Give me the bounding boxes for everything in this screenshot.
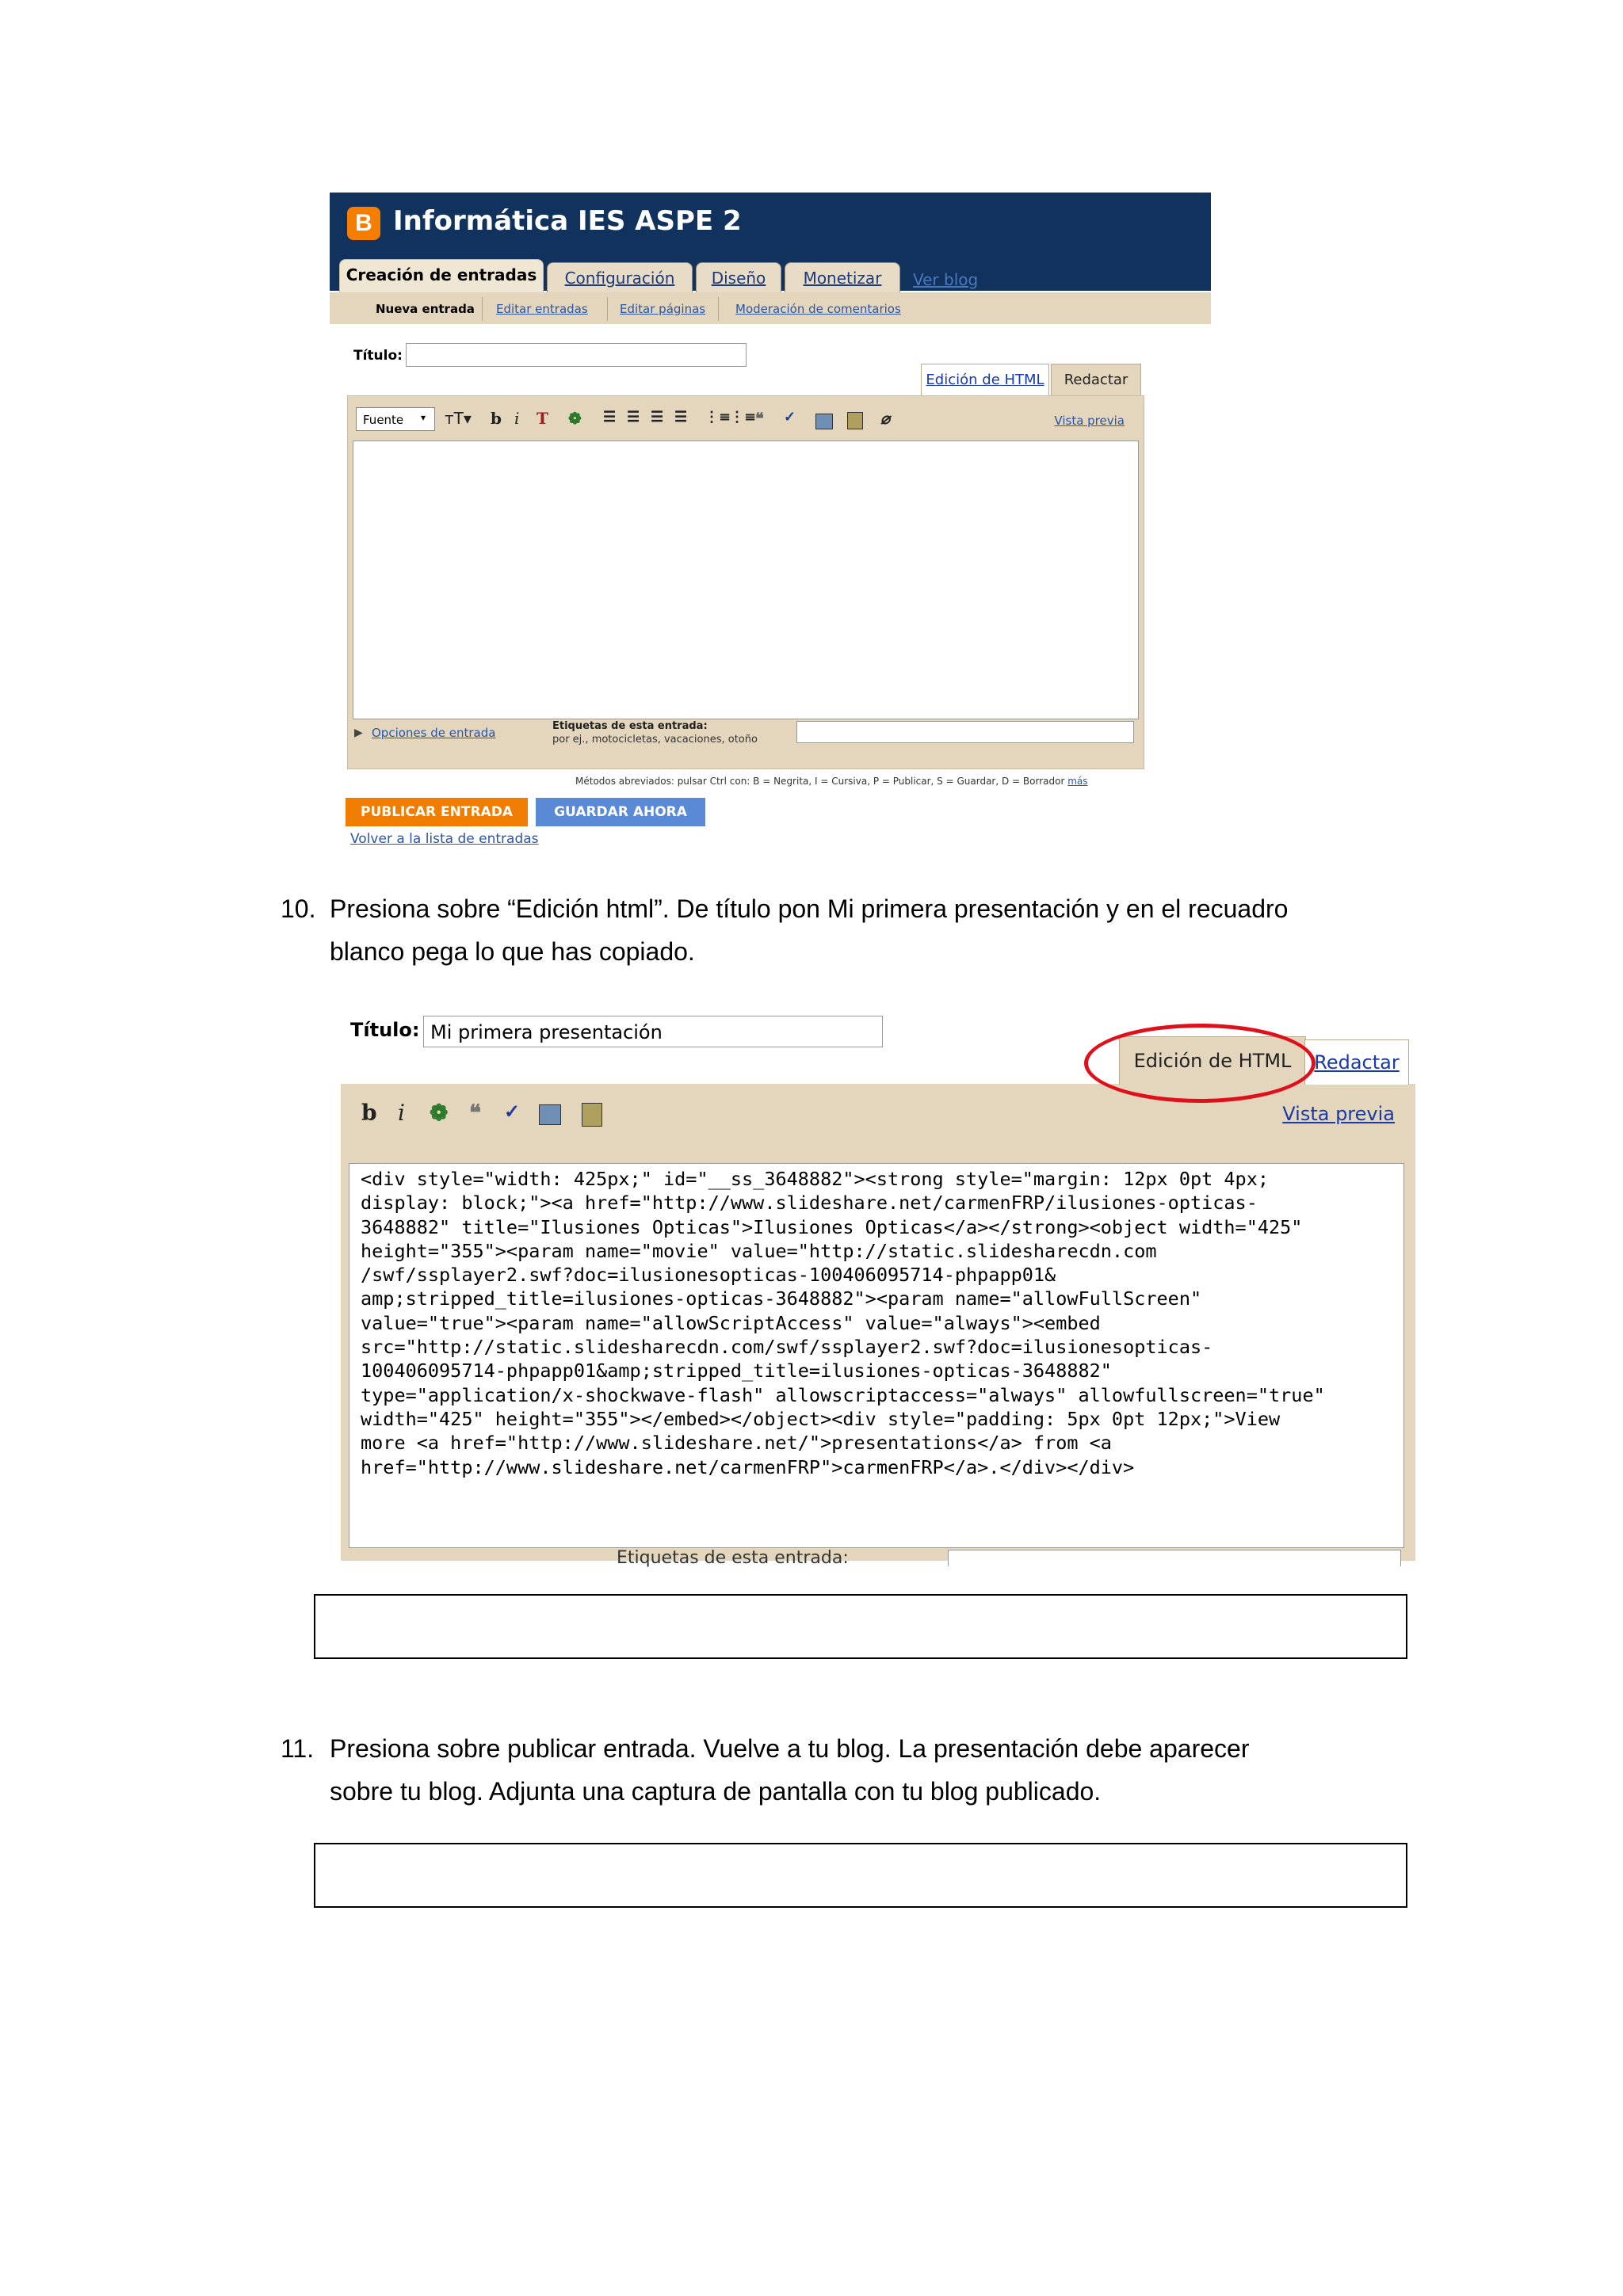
etiquetas-label: Etiquetas de esta entrada: — [617, 1548, 849, 1568]
ver-blog-link[interactable]: Ver blog — [913, 270, 978, 289]
text-size-icon[interactable]: ᴛT▾ — [445, 409, 472, 428]
shortcut-hint: Métodos abreviados: pulsar Ctrl con: B =… — [575, 776, 1088, 787]
titulo-label: Título: — [350, 1019, 420, 1041]
subnav-divider — [718, 297, 719, 321]
publicar-entrada-button[interactable]: PUBLICAR ENTRADA — [346, 798, 528, 826]
code-line: display: block;"><a href="http://www.sli… — [361, 1192, 1258, 1215]
answer-box-step-11[interactable] — [314, 1843, 1407, 1908]
chevron-down-icon[interactable]: ▾ — [421, 412, 426, 423]
editor-panel: b i ❁ ❝ ✓ Vista previa <div style="width… — [341, 1084, 1415, 1568]
code-line: more <a href="http://www.slideshare.net/… — [361, 1432, 1112, 1455]
guardar-ahora-button[interactable]: GUARDAR AHORA — [536, 798, 705, 826]
blog-title: Informática IES ASPE 2 — [393, 205, 742, 237]
blogger-editor-screenshot-2: Título: Mi primera presentación b i ❁ ❝ … — [341, 1003, 1415, 1568]
italic-icon[interactable]: i — [514, 409, 519, 428]
code-line: 3648882" title="Ilusiones Opticas">Ilusi… — [361, 1215, 1303, 1238]
blogger-logo-icon: B — [347, 207, 380, 240]
answer-box-step-10[interactable] — [314, 1594, 1407, 1659]
link-icon[interactable]: ❁ — [568, 409, 582, 428]
tab-diseno[interactable]: Diseño — [696, 262, 781, 293]
editor-panel: Fuente ▾ ᴛT▾ b i T ❁ ☰ ☰ ☰ ☰ ⋮≡ ⋮≡ ❝ ✓ ⌀… — [347, 395, 1144, 769]
code-line: amp;stripped_title=ilusiones-opticas-364… — [361, 1287, 1202, 1310]
step-text-line2: blanco pega lo que has copiado. — [330, 937, 695, 966]
html-code-textarea[interactable]: <div style="width: 425px;" id="__ss_3648… — [349, 1163, 1404, 1548]
tab-configuracion[interactable]: Configuración — [547, 262, 693, 293]
mas-link[interactable]: más — [1067, 776, 1087, 787]
subnav-editar-paginas[interactable]: Editar páginas — [620, 302, 705, 316]
opciones-entrada-link[interactable]: Opciones de entrada — [372, 726, 495, 740]
subnav-divider — [482, 297, 483, 321]
step-number: 11. — [281, 1734, 315, 1763]
step-number: 10. — [281, 894, 316, 923]
align-center-icon[interactable]: ☰ — [627, 409, 640, 425]
shortcut-text: Métodos abreviados: pulsar Ctrl con: B =… — [575, 776, 1065, 787]
titulo-label: Título: — [353, 348, 403, 364]
etiquetas-label: Etiquetas de esta entrada: — [552, 720, 708, 732]
numbered-list-icon[interactable]: ⋮≡ — [705, 409, 731, 425]
bold-icon[interactable]: b — [491, 409, 502, 428]
text-color-icon[interactable]: T — [537, 409, 548, 428]
spellcheck-icon[interactable]: ✓ — [504, 1100, 520, 1123]
tab-redactar[interactable]: Redactar — [1051, 364, 1141, 396]
video-icon[interactable] — [582, 1103, 602, 1127]
step-text-line1: Presiona sobre publicar entrada. Vuelve … — [330, 1734, 1250, 1763]
post-body-textarea[interactable] — [353, 441, 1139, 719]
code-line: height="355"><param name="movie" value="… — [361, 1239, 1157, 1262]
step-10: 10. Presiona sobre “Edición html”. De tít… — [281, 887, 1288, 973]
vista-previa-link[interactable]: Vista previa — [1282, 1103, 1395, 1125]
subnav-moderacion-comentarios[interactable]: Moderación de comentarios — [735, 302, 901, 316]
volver-lista-link[interactable]: Volver a la lista de entradas — [350, 831, 539, 847]
tab-redactar[interactable]: Redactar — [1304, 1039, 1409, 1085]
titulo-input[interactable] — [406, 343, 747, 367]
code-line: value="true"><param name="allowScriptAcc… — [361, 1311, 1101, 1334]
blog-header: B Informática IES ASPE 2 — [330, 193, 1211, 264]
etiquetas-block: Etiquetas de esta entrada: por ej., moto… — [552, 719, 758, 746]
subnav-nueva-entrada[interactable]: Nueva entrada — [376, 302, 475, 316]
tab-creacion-entradas[interactable]: Creación de entradas — [339, 259, 544, 293]
align-right-icon[interactable]: ☰ — [651, 409, 663, 425]
video-icon[interactable] — [847, 412, 863, 429]
html-code: <div style="width: 425px;" id="__ss_3648… — [361, 1167, 1325, 1479]
align-left-icon[interactable]: ☰ — [603, 409, 616, 425]
spellcheck-icon[interactable]: ✓ — [784, 409, 796, 425]
blockquote-icon[interactable]: ❝ — [469, 1100, 481, 1126]
etiquetas-hint: por ej., motocicletas, vacaciones, otoño — [552, 734, 758, 746]
step-text-line2: sobre tu blog. Adjunta una captura de pa… — [330, 1777, 1102, 1806]
justify-icon[interactable]: ☰ — [674, 409, 687, 425]
code-line: href="http://www.slideshare.net/carmenFR… — [361, 1455, 1135, 1478]
code-line: width="425" height="355"></embed></objec… — [361, 1407, 1281, 1430]
image-icon[interactable] — [539, 1104, 561, 1125]
bold-icon[interactable]: b — [361, 1100, 377, 1126]
triangle-right-icon[interactable]: ▶ — [354, 726, 363, 739]
editor-toolbar: Fuente ▾ ᴛT▾ b i T ❁ ☰ ☰ ☰ ☰ ⋮≡ ⋮≡ ❝ ✓ ⌀… — [356, 402, 1136, 437]
etiquetas-input[interactable] — [796, 721, 1134, 743]
image-icon[interactable] — [815, 414, 833, 429]
step-text-line1: Presiona sobre “Edición html”. De título… — [330, 894, 1289, 923]
blockquote-icon[interactable]: ❝ — [755, 409, 764, 428]
subnav-editar-entradas[interactable]: Editar entradas — [496, 302, 588, 316]
red-highlight-circle — [1084, 1024, 1316, 1103]
tab-monetizar[interactable]: Monetizar — [785, 262, 900, 293]
code-line: <div style="width: 425px;" id="__ss_3648… — [361, 1168, 1270, 1190]
blogger-editor-screenshot-1: B Informática IES ASPE 2 Creación de ent… — [330, 193, 1211, 858]
link-icon[interactable]: ❁ — [430, 1100, 448, 1126]
vista-previa-link[interactable]: Vista previa — [1054, 414, 1125, 428]
subnav-divider — [607, 297, 608, 321]
tab-edicion-html[interactable]: Edición de HTML — [921, 364, 1049, 396]
italic-icon[interactable]: i — [398, 1100, 405, 1126]
code-line: /swf/ssplayer2.swf?doc=ilusionesopticas-… — [361, 1264, 1056, 1287]
bullet-list-icon[interactable]: ⋮≡ — [730, 409, 756, 425]
step-11: 11. Presiona sobre publicar entrada. Vuel… — [281, 1727, 1249, 1813]
code-line: 100406095714-phpapp01&amp;stripped_title… — [361, 1360, 1112, 1383]
eraser-icon[interactable]: ⌀ — [880, 409, 890, 428]
code-line: type="application/x-shockwave-flash" all… — [361, 1383, 1325, 1406]
code-line: src="http://static.slidesharecdn.com/swf… — [361, 1336, 1213, 1359]
etiquetas-input[interactable] — [948, 1550, 1401, 1566]
titulo-input[interactable]: Mi primera presentación — [423, 1016, 883, 1047]
